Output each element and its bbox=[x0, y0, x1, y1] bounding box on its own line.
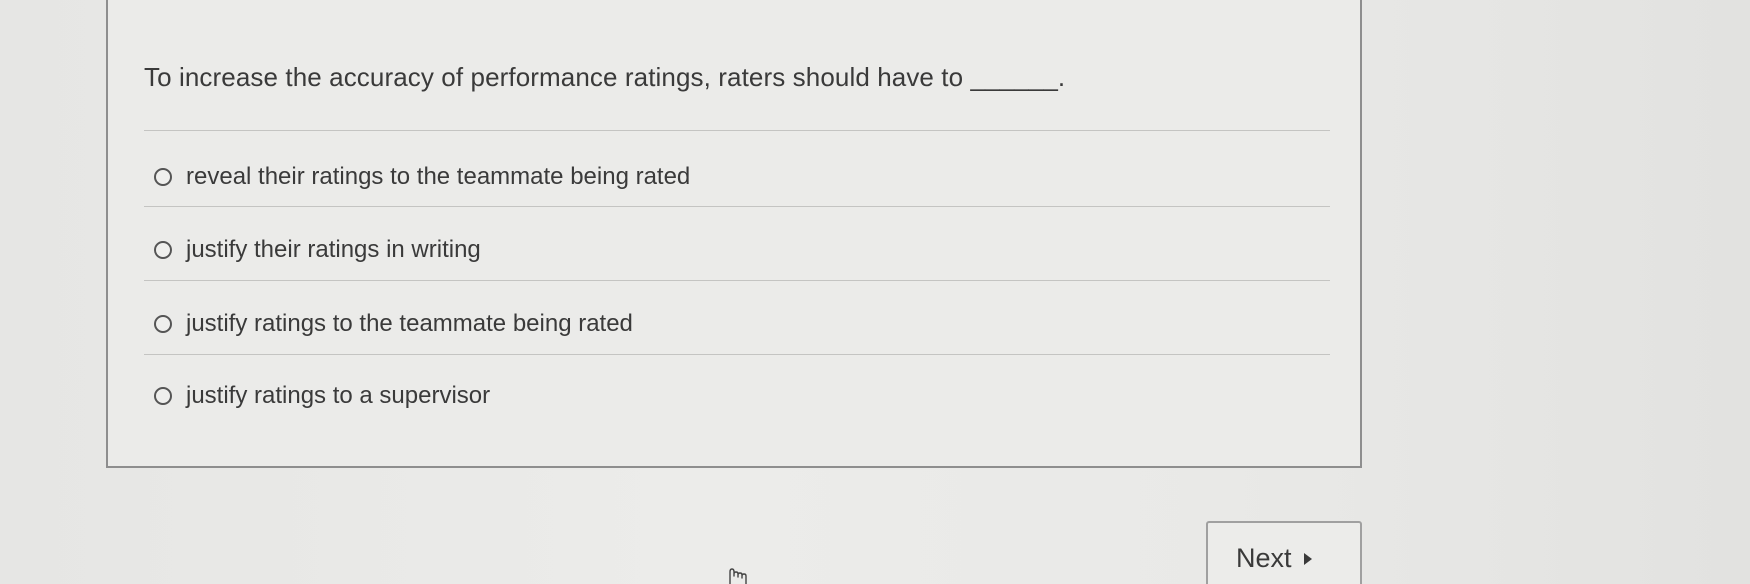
next-button[interactable]: Next bbox=[1206, 521, 1362, 584]
option-label: justify their ratings in writing bbox=[186, 236, 481, 263]
radio-button[interactable] bbox=[154, 387, 172, 405]
question-card: To increase the accuracy of performance … bbox=[106, 0, 1362, 468]
quiz-page: To increase the accuracy of performance … bbox=[0, 0, 1750, 584]
option-1[interactable]: reveal their ratings to the teammate bei… bbox=[154, 163, 690, 191]
option-3[interactable]: justify ratings to the teammate being ra… bbox=[154, 310, 633, 338]
option-4[interactable]: justify ratings to a supervisor bbox=[154, 382, 490, 410]
divider bbox=[144, 130, 1330, 131]
radio-button[interactable] bbox=[154, 315, 172, 333]
next-label: Next bbox=[1236, 543, 1292, 573]
option-label: justify ratings to a supervisor bbox=[186, 382, 491, 409]
option-2[interactable]: justify their ratings in writing bbox=[154, 236, 481, 264]
radio-button[interactable] bbox=[154, 241, 172, 259]
triangle-right-icon bbox=[1303, 553, 1312, 565]
option-label: justify ratings to the teammate being ra… bbox=[186, 310, 633, 337]
divider bbox=[144, 280, 1330, 281]
divider bbox=[144, 206, 1330, 207]
question-text: To increase the accuracy of performance … bbox=[144, 62, 1066, 92]
hand-pointer-icon bbox=[729, 568, 747, 584]
option-label: reveal their ratings to the teammate bei… bbox=[186, 163, 691, 190]
radio-button[interactable] bbox=[154, 168, 172, 186]
divider bbox=[144, 354, 1330, 355]
